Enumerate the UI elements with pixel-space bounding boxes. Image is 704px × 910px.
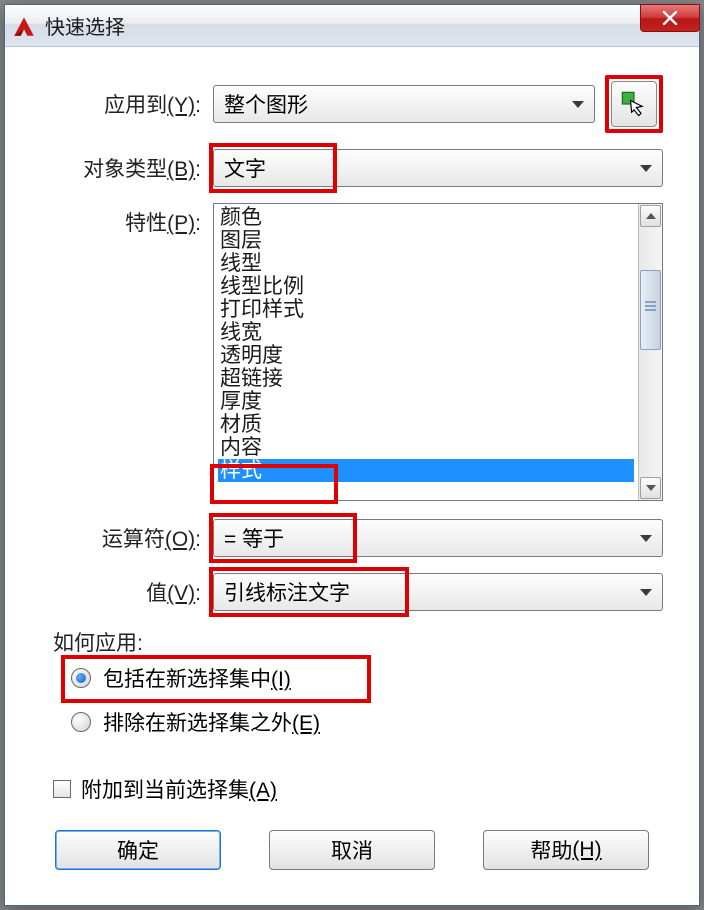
scroll-down-button[interactable]: [640, 477, 661, 499]
quick-select-dialog: 快速选择 应用到(Y): 整个图形 对象类型(B):: [4, 4, 700, 906]
property-item[interactable]: 材质: [218, 413, 634, 436]
property-item[interactable]: 线型比例: [218, 275, 634, 298]
highlight-annotation: [209, 143, 337, 193]
apply-to-label: 应用到(Y):: [41, 89, 213, 119]
button-row: 确定 取消 帮助(H): [41, 830, 663, 870]
property-item[interactable]: 超链接: [218, 367, 634, 390]
select-objects-button[interactable]: [611, 81, 657, 127]
cancel-button[interactable]: 取消: [269, 830, 435, 870]
apply-to-dropdown[interactable]: 整个图形: [213, 85, 595, 123]
ok-button[interactable]: 确定: [55, 830, 221, 870]
chevron-down-icon: [640, 535, 652, 542]
operator-row: 运算符(O): = 等于: [41, 519, 663, 557]
highlight-annotation: [210, 464, 338, 504]
window-title: 快速选择: [45, 11, 693, 40]
append-checkbox[interactable]: [53, 780, 71, 798]
scroll-up-button[interactable]: [640, 205, 661, 227]
object-type-label: 对象类型(B):: [41, 153, 213, 183]
highlight-annotation: [209, 567, 409, 617]
property-item[interactable]: 图层: [218, 229, 634, 252]
close-button[interactable]: [640, 4, 700, 32]
property-item[interactable]: 透明度: [218, 344, 634, 367]
append-check-label: 附加到当前选择集(A): [81, 774, 277, 804]
property-item[interactable]: 颜色: [218, 206, 634, 229]
help-button[interactable]: 帮助(H): [483, 830, 649, 870]
append-check-row[interactable]: 附加到当前选择集(A): [53, 774, 663, 804]
value-label: 值(V):: [41, 577, 213, 607]
object-type-row: 对象类型(B): 文字: [41, 149, 663, 187]
how-apply-label: 如何应用:: [53, 627, 663, 657]
apply-to-value: 整个图形: [224, 89, 308, 119]
radio-exclude[interactable]: [71, 712, 91, 732]
scroll-thumb[interactable]: [640, 270, 661, 350]
property-item[interactable]: 打印样式: [218, 298, 634, 321]
radio-exclude-label: 排除在新选择集之外(E): [103, 707, 320, 737]
property-item[interactable]: 线宽: [218, 321, 634, 344]
properties-label: 特性(P):: [41, 203, 213, 237]
properties-listbox[interactable]: 颜色图层线型线型比例打印样式线宽透明度超链接厚度材质内容样式: [213, 203, 663, 501]
highlight-annotation: [209, 513, 357, 563]
apply-to-row: 应用到(Y): 整个图形: [41, 75, 663, 133]
separator: [41, 755, 663, 756]
value-row: 值(V): 引线标注文字: [41, 573, 663, 611]
titlebar: 快速选择: [5, 5, 699, 47]
highlight-annotation: [61, 655, 371, 703]
chevron-down-icon: [640, 589, 652, 596]
dialog-content: 应用到(Y): 整个图形 对象类型(B): 文字: [5, 47, 699, 890]
chevron-down-icon: [572, 101, 584, 108]
property-item[interactable]: 内容: [218, 436, 634, 459]
radio-exclude-row[interactable]: 排除在新选择集之外(E): [71, 707, 663, 737]
property-item[interactable]: 厚度: [218, 390, 634, 413]
scroll-track[interactable]: [639, 228, 662, 476]
scrollbar: [638, 204, 662, 500]
operator-label: 运算符(O):: [41, 523, 213, 553]
chevron-down-icon: [640, 165, 652, 172]
property-item[interactable]: 线型: [218, 252, 634, 275]
app-icon: [11, 13, 37, 39]
properties-row: 特性(P): 颜色图层线型线型比例打印样式线宽透明度超链接厚度材质内容样式: [41, 203, 663, 501]
